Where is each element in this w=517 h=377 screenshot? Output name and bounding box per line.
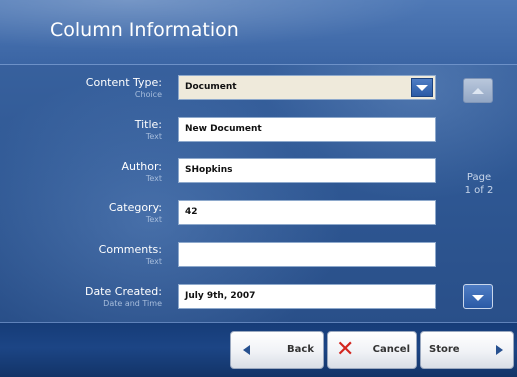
scroll-down-button[interactable] — [463, 284, 493, 309]
page-indicator-label: Page — [466, 172, 492, 183]
store-button-label: Store — [429, 344, 460, 355]
page-indicator-count: 1 of 2 — [464, 185, 494, 196]
cancel-button-label: Cancel — [372, 344, 410, 355]
chevron-down-icon — [472, 295, 484, 301]
title-bar: Column Information — [0, 0, 517, 65]
page-title: Column Information — [50, 19, 239, 41]
content-type-label: Content Type: Choice — [86, 76, 162, 100]
title-label-text: Title: — [134, 118, 162, 131]
author-field[interactable]: SHopkins — [178, 158, 436, 183]
author-label: Author: Text — [121, 160, 162, 184]
content-type-label-text: Content Type: — [85, 76, 162, 89]
comments-label: Comments: Text — [99, 243, 162, 267]
date-created-field[interactable]: July 9th, 2007 — [178, 284, 436, 309]
arrow-right-icon — [496, 345, 503, 355]
date-created-label: Date Created: Date and Time — [85, 285, 162, 309]
author-type: Text — [145, 174, 162, 183]
content-type-value: Document — [185, 82, 237, 92]
category-field[interactable]: 42 — [178, 200, 436, 225]
column-information-panel: Column Information Content Type: Choice … — [0, 0, 517, 377]
store-button[interactable]: Store — [420, 331, 514, 369]
page-indicator: Page 1 of 2 — [462, 171, 496, 197]
title-field[interactable]: New Document — [178, 117, 436, 142]
category-label: Category: Text — [109, 201, 162, 225]
chevron-up-icon — [472, 88, 484, 94]
back-button[interactable]: Back — [230, 331, 324, 369]
category-label-text: Category: — [108, 201, 162, 214]
author-label-text: Author: — [121, 160, 162, 173]
category-type: Text — [145, 215, 162, 224]
comments-label-text: Comments: — [98, 243, 162, 256]
comments-field[interactable] — [178, 242, 436, 267]
title-label: Title: Text — [135, 118, 162, 142]
content-type-type: Choice — [134, 90, 162, 99]
cancel-button[interactable]: ✕ Cancel — [327, 331, 417, 369]
action-bar: Back ✕ Cancel Store — [0, 322, 517, 377]
title-type: Text — [145, 132, 162, 141]
comments-type: Text — [145, 257, 162, 266]
date-created-type: Date and Time — [103, 299, 162, 308]
arrow-left-icon — [243, 345, 250, 355]
back-button-label: Back — [287, 344, 314, 355]
content-type-dropdown-button[interactable] — [411, 78, 433, 97]
scroll-up-button[interactable] — [463, 78, 493, 103]
chevron-down-icon — [416, 85, 428, 91]
close-icon: ✕ — [336, 337, 355, 362]
date-created-label-text: Date Created: — [84, 285, 162, 298]
content-type-select[interactable]: Document — [178, 75, 436, 100]
